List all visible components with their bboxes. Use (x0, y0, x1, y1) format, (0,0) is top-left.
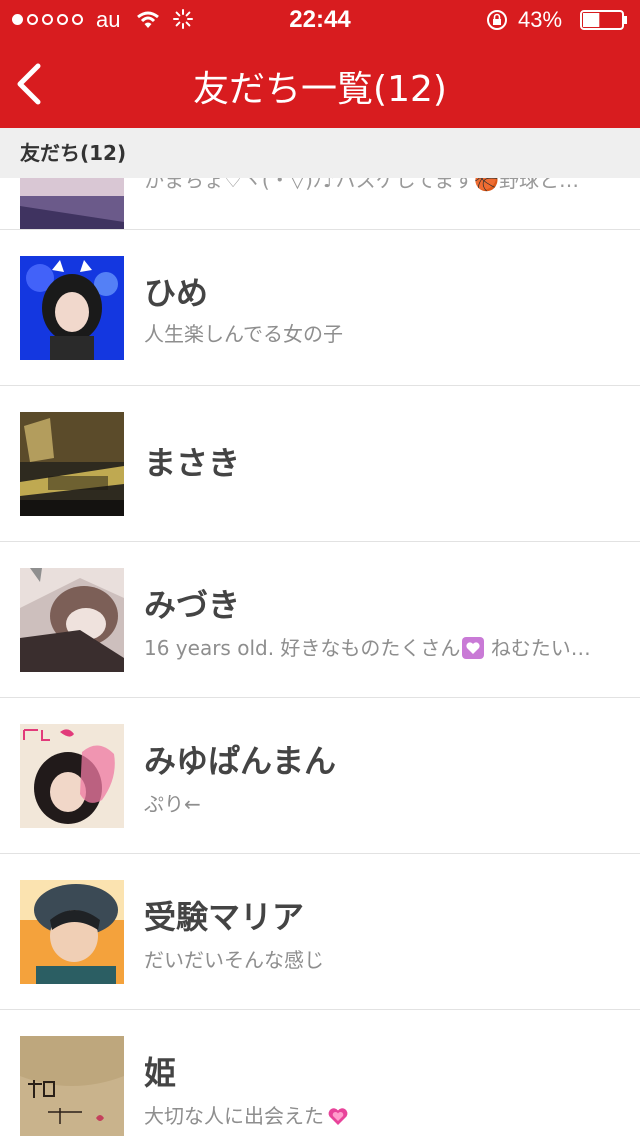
status-bar: au 22:44 43% (0, 0, 640, 40)
list-item[interactable]: ひめ 人生楽しんでる女の子 (0, 230, 640, 386)
avatar (20, 178, 124, 229)
friend-message-text: 大切な人に出会えた (144, 1104, 324, 1128)
friend-message: 人生楽しんでる女の子 (144, 322, 343, 346)
list-item[interactable]: かまちょ♡ヽ(・▽)ﾉ♪バスケしてます🏀野球と… (0, 178, 640, 230)
header-bar: au 22:44 43% 友だち一覧(12) (0, 0, 640, 128)
avatar (20, 412, 124, 516)
friend-message-text: 16 years old. 好きなものたくさん (144, 636, 461, 660)
list-item[interactable]: まさき (0, 386, 640, 542)
friend-name: みづき (144, 586, 241, 624)
section-header: 友だち(12) (0, 128, 640, 178)
friends-list[interactable]: かまちょ♡ヽ(・▽)ﾉ♪バスケしてます🏀野球と… ひめ 人生楽しんでる女の子 ま… (0, 178, 640, 1136)
friend-name: 姫 (144, 1054, 177, 1092)
list-item[interactable]: みづき 16 years old. 好きなものたくさん ねむたい… (0, 542, 640, 698)
friend-message: 大切な人に出会えた (144, 1100, 350, 1129)
friend-message: 16 years old. 好きなものたくさん ねむたい… (144, 632, 591, 661)
heart-icon (462, 637, 485, 659)
list-item[interactable]: 姫 大切な人に出会えた (0, 1010, 640, 1136)
avatar (20, 880, 124, 984)
friend-name: みゆぱんまん (144, 742, 337, 780)
friend-message-text: ねむたい… (484, 636, 591, 660)
avatar (20, 1036, 124, 1136)
friend-message: ぷり← (144, 792, 201, 816)
avatar (20, 568, 124, 672)
avatar (20, 724, 124, 828)
avatar (20, 256, 124, 360)
friend-message: かまちょ♡ヽ(・▽)ﾉ♪バスケしてます🏀野球と… (144, 178, 579, 192)
rotation-lock-icon (487, 10, 507, 30)
friend-name: 受験マリア (144, 898, 305, 936)
list-item[interactable]: 受験マリア だいだいそんな感じ (0, 854, 640, 1010)
friends-list-screen: au 22:44 43% 友だち一覧(12) 友だち(12) かまちょ♡ヽ(・▽… (0, 0, 640, 1136)
friend-message: だいだいそんな感じ (144, 948, 324, 972)
friend-name: まさき (144, 444, 241, 482)
friend-name: ひめ (144, 274, 209, 312)
battery-percent: 43% (518, 7, 563, 32)
battery-icon (580, 10, 627, 30)
heart-icon (328, 1108, 348, 1125)
page-title: 友だち一覧(12) (193, 69, 447, 110)
list-item[interactable]: みゆぱんまん ぷり← (0, 698, 640, 854)
